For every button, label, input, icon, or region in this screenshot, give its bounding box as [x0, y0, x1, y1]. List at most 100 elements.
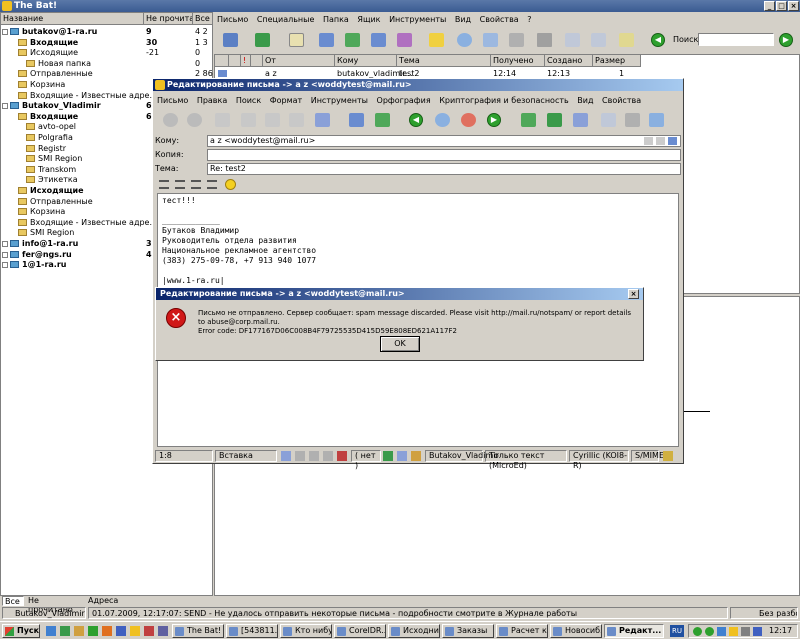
- col-size-header[interactable]: Размер: [593, 55, 641, 67]
- move-to-button[interactable]: [587, 30, 609, 50]
- ql-more-icon[interactable]: [158, 626, 168, 636]
- align-center-icon[interactable]: [175, 180, 185, 189]
- download-button[interactable]: [543, 110, 565, 130]
- cc-field[interactable]: [207, 149, 681, 161]
- col-created-header[interactable]: Создано: [545, 55, 593, 67]
- account-field[interactable]: Butakov_Vladimir: [425, 450, 499, 462]
- folder-row[interactable]: Новая папка 0: [1, 59, 213, 69]
- col-received-header[interactable]: Получено: [491, 55, 545, 67]
- editor-menu-view[interactable]: Вид: [577, 96, 593, 105]
- ql-app2-icon[interactable]: [116, 626, 126, 636]
- tray-monitor-icon[interactable]: [753, 627, 762, 636]
- menu-help[interactable]: ?: [527, 15, 531, 24]
- task-thebat[interactable]: The Bat!: [172, 624, 224, 638]
- language-indicator[interactable]: RU: [670, 625, 684, 637]
- smime[interactable]: S/MIME: [631, 450, 664, 462]
- save-draft-button[interactable]: [311, 110, 333, 130]
- page-icon[interactable]: [309, 451, 319, 461]
- save-icon[interactable]: [383, 451, 393, 461]
- account-row[interactable]: butakov@1-ra.ru 9 4 2: [1, 27, 213, 37]
- sign-icon[interactable]: [397, 451, 407, 461]
- col-unread-header[interactable]: Не прочитано: [144, 13, 193, 25]
- editor-menu-properties[interactable]: Свойства: [602, 96, 641, 105]
- reply-button[interactable]: [315, 30, 337, 50]
- receipt-none[interactable]: ( нет ): [351, 450, 381, 470]
- next-button[interactable]: ▶: [483, 110, 505, 130]
- copy-button[interactable]: [261, 110, 283, 130]
- reply-all-button[interactable]: [341, 30, 363, 50]
- new-message-button[interactable]: [285, 30, 307, 50]
- tray-volume-icon[interactable]: [741, 627, 750, 636]
- forward-button[interactable]: [367, 30, 389, 50]
- filter-button[interactable]: [479, 30, 501, 50]
- subject-field[interactable]: Re: test2: [207, 163, 681, 175]
- dialog-close-button[interactable]: ×: [628, 289, 639, 299]
- undo-button[interactable]: [159, 110, 181, 130]
- copy-to-button[interactable]: [561, 30, 583, 50]
- col-name-header[interactable]: Название: [1, 13, 144, 25]
- editor-menu-edit[interactable]: Правка: [197, 96, 227, 105]
- task-source[interactable]: Исходник: [388, 624, 440, 638]
- task-novosib[interactable]: Новосиб...: [550, 624, 602, 638]
- menu-view[interactable]: Вид: [455, 15, 471, 24]
- priority-icon[interactable]: [337, 451, 347, 461]
- search-next-button[interactable]: ▶: [775, 30, 797, 50]
- ql-mail-icon[interactable]: [74, 626, 84, 636]
- to-field[interactable]: a z <woddytest@mail.ru>: [207, 135, 681, 147]
- print-button[interactable]: [505, 30, 527, 50]
- task-editor-active[interactable]: Редакт...: [604, 624, 664, 638]
- search-input[interactable]: [698, 33, 774, 46]
- attach-button[interactable]: [517, 110, 539, 130]
- charset[interactable]: Cyrillic (KOI8-R): [569, 450, 629, 470]
- col-icon-header[interactable]: [215, 55, 229, 67]
- tab-addresses[interactable]: Адреса: [86, 596, 126, 606]
- menu-mailbox[interactable]: Ящик: [357, 15, 380, 24]
- start-button[interactable]: Пуск: [2, 624, 40, 638]
- task-browser[interactable]: Кто нибу...: [280, 624, 332, 638]
- templates-button[interactable]: [569, 110, 591, 130]
- tab-unread[interactable]: Не прочитано: [26, 596, 84, 614]
- col-attach-header[interactable]: [229, 55, 241, 67]
- align-right-icon[interactable]: [191, 180, 201, 189]
- close-button[interactable]: ×: [788, 1, 799, 11]
- delete-button[interactable]: [533, 30, 555, 50]
- task-corel[interactable]: CorelDR...: [334, 624, 386, 638]
- notes-button[interactable]: [425, 30, 447, 50]
- editor-menu-tools[interactable]: Инструменты: [311, 96, 368, 105]
- task-orders[interactable]: Заказы: [442, 624, 494, 638]
- tray-icq-icon[interactable]: [693, 627, 702, 636]
- justify-icon[interactable]: [207, 180, 217, 189]
- prev-button[interactable]: ◀: [405, 110, 427, 130]
- editor-print-button[interactable]: [621, 110, 643, 130]
- col-subject-header[interactable]: Тема: [397, 55, 491, 67]
- ql-opera-icon[interactable]: [144, 626, 154, 636]
- align-left-icon[interactable]: [159, 180, 169, 189]
- doc-icon[interactable]: [281, 451, 291, 461]
- tray-status-icon[interactable]: [705, 627, 714, 636]
- address-book-icon[interactable]: [668, 137, 677, 145]
- expand-icon[interactable]: [2, 251, 8, 258]
- folder-row[interactable]: Входящие 30 1 3: [1, 38, 213, 48]
- editor-menu-search[interactable]: Поиск: [236, 96, 261, 105]
- send-later-button[interactable]: [345, 110, 367, 130]
- ql-bat-icon[interactable]: [130, 626, 140, 636]
- spellcheck-button[interactable]: [645, 110, 667, 130]
- address-book-button[interactable]: [615, 30, 637, 50]
- col-all-header[interactable]: Все: [193, 13, 213, 25]
- ok-button[interactable]: OK: [380, 336, 420, 352]
- paste-button[interactable]: [285, 110, 307, 130]
- tray-bat-icon[interactable]: [729, 627, 738, 636]
- tray-network-icon[interactable]: [717, 627, 726, 636]
- send-mail-button[interactable]: [251, 30, 273, 50]
- list-icon[interactable]: [295, 451, 305, 461]
- book-icon[interactable]: [323, 451, 333, 461]
- editor-menu-letter[interactable]: Письмо: [157, 96, 188, 105]
- text-format[interactable]: Только текст (MicroEd): [485, 450, 567, 470]
- expand-icon[interactable]: [2, 29, 8, 35]
- address-list-icon[interactable]: [656, 137, 665, 145]
- ql-browser-icon[interactable]: [60, 626, 70, 636]
- ql-icq-icon[interactable]: [88, 626, 98, 636]
- expand-icon[interactable]: [2, 103, 8, 110]
- minimize-button[interactable]: _: [764, 1, 775, 11]
- editor-menu-spelling[interactable]: Орфография: [377, 96, 431, 105]
